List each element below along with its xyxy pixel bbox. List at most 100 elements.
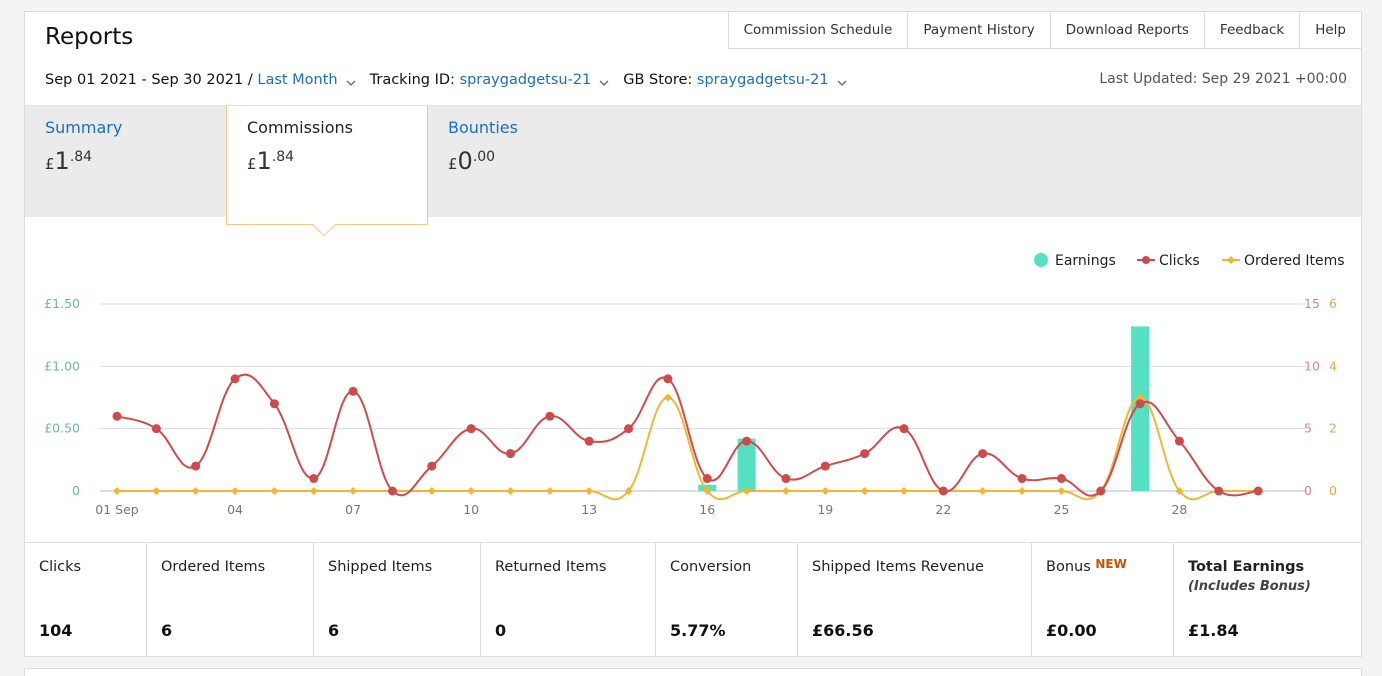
help-button[interactable]: Help: [1300, 11, 1362, 49]
stat-label: Shipped Items: [328, 559, 433, 575]
x-tick-label: 07: [345, 502, 361, 517]
clicks-point: [1096, 486, 1106, 496]
stat-value: 6: [328, 621, 340, 640]
ordered-items-point: [821, 487, 830, 495]
date-range-text: Sep 01 2021 - Sep 30 2021 /: [45, 72, 253, 88]
clicks-point: [151, 424, 161, 434]
page-title: Reports: [45, 24, 134, 50]
stat-value: £66.56: [812, 621, 874, 640]
store-label: GB Store:: [623, 72, 693, 88]
tab-summary[interactable]: Summary £1.84: [25, 106, 225, 218]
x-tick-label: 01 Sep: [95, 502, 139, 517]
stat-label: Ordered Items: [161, 559, 266, 575]
ordered-items-point: [270, 487, 279, 495]
clicks-point: [1253, 486, 1263, 496]
ordered-items-line: [117, 396, 1259, 501]
feedback-button[interactable]: Feedback: [1204, 11, 1301, 49]
clicks-point: [1056, 474, 1066, 484]
tab-bounties[interactable]: Bounties £0.00: [428, 106, 628, 218]
stat-bonus: Bonus NEW £0.00: [1032, 543, 1174, 657]
ordered-items-point: [152, 487, 161, 495]
payment-history-button[interactable]: Payment History: [908, 11, 1051, 49]
clicks-point: [742, 436, 752, 446]
clicks-point: [1135, 399, 1145, 409]
clicks-point: [112, 411, 122, 421]
x-tick-label: 22: [935, 502, 951, 517]
stat-sub: (Includes Bonus): [1188, 579, 1311, 594]
x-tick-label: 16: [699, 502, 715, 517]
y-right-items-tick-label: 4: [1329, 358, 1337, 373]
stat-label: Total Earnings (Includes Bonus): [1188, 559, 1349, 594]
tab-amount: £1.84: [247, 147, 295, 175]
y-right-clicks-tick-label: 10: [1304, 358, 1320, 373]
legend-label: Clicks: [1159, 253, 1200, 269]
clicks-point: [230, 374, 240, 384]
ordered-items-point: [1057, 487, 1066, 495]
ordered-items-point: [1018, 487, 1027, 495]
ordered-items-point: [231, 487, 240, 495]
stat-shipped-items: Shipped Items 6: [314, 543, 481, 657]
new-badge: NEW: [1095, 557, 1127, 571]
y-left-tick-label: £1.50: [44, 296, 80, 311]
legend-clicks-marker: [1142, 256, 1150, 264]
clicks-point: [545, 411, 555, 421]
legend-label: Ordered Items: [1244, 253, 1345, 269]
summary-tabs: Summary £1.84 Commissions £1.84 Bounties…: [25, 105, 1361, 237]
chevron-down-icon[interactable]: [837, 79, 847, 87]
ordered-items-point: [900, 487, 908, 495]
stat-ordered-items: Ordered Items 6: [147, 543, 314, 657]
clicks-point: [1017, 474, 1027, 484]
tab-amount: £1.84: [45, 147, 93, 175]
y-right-clicks-tick-label: 15: [1304, 296, 1320, 311]
stat-label: Bonus NEW: [1046, 557, 1127, 575]
store-dropdown[interactable]: spraygadgetsu-21: [697, 72, 829, 88]
stat-label: Shipped Items Revenue: [812, 559, 984, 575]
tab-label: Commissions: [247, 118, 353, 137]
stat-value: 104: [39, 621, 73, 640]
clicks-point: [584, 436, 594, 446]
x-tick-label: 13: [581, 502, 597, 517]
clicks-point: [269, 399, 279, 409]
legend-ordered-marker: [1227, 256, 1235, 264]
stat-returned-items: Returned Items 0: [481, 543, 656, 657]
clicks-point: [624, 424, 634, 434]
tracking-id-dropdown[interactable]: spraygadgetsu-21: [460, 72, 592, 88]
y-left-tick-label: £0.50: [44, 421, 80, 436]
ordered-items-point: [978, 487, 987, 495]
y-right-items-tick-label: 6: [1329, 296, 1337, 311]
x-tick-label: 04: [227, 502, 243, 517]
period-dropdown[interactable]: Last Month: [257, 72, 337, 88]
ordered-items-point: [467, 487, 476, 495]
download-reports-button[interactable]: Download Reports: [1050, 11, 1205, 49]
y-left-tick-label: 0: [72, 483, 80, 498]
stat-value: 5.77%: [670, 621, 726, 640]
clicks-point: [1214, 486, 1224, 496]
chevron-down-icon[interactable]: [599, 79, 609, 87]
tab-label: Bounties: [448, 118, 518, 137]
ordered-items-point: [349, 487, 358, 495]
clicks-point: [820, 461, 830, 471]
last-updated: Last Updated: Sep 29 2021 +00:00: [1099, 71, 1347, 87]
y-left-tick-label: £1.00: [44, 358, 80, 373]
ordered-items-point: [585, 487, 594, 495]
stats-bar: Clicks 104 Ordered Items 6 Shipped Items…: [25, 542, 1361, 657]
ordered-items-point: [427, 487, 436, 495]
tab-label: Summary: [45, 118, 123, 137]
earnings-clicks-chart: £1.50 £1.00 £0.50 0 15 10 5 0 6 4 2 0 01 Sep 04 07 10 13…: [44, 253, 1345, 517]
stat-label: Conversion: [670, 559, 752, 575]
x-tick-label: 28: [1171, 502, 1187, 517]
chevron-down-icon[interactable]: [346, 79, 356, 87]
x-tick-label: 10: [463, 502, 479, 517]
ordered-items-point: [309, 487, 318, 495]
stat-clicks: Clicks 104: [25, 543, 147, 657]
stat-total-earnings: Total Earnings (Includes Bonus) £1.84: [1174, 543, 1361, 657]
stat-value: 6: [161, 621, 173, 640]
x-tick-label: 19: [817, 502, 833, 517]
stat-shipped-revenue: Shipped Items Revenue £66.56: [798, 543, 1032, 657]
commission-schedule-button[interactable]: Commission Schedule: [728, 11, 909, 49]
report-filters: Sep 01 2021 - Sep 30 2021 / Last Month T…: [45, 72, 861, 88]
clicks-point: [663, 374, 673, 384]
clicks-point: [427, 461, 437, 471]
stat-value: £0.00: [1046, 621, 1097, 640]
tab-commissions[interactable]: Commissions £1.84: [226, 106, 428, 237]
